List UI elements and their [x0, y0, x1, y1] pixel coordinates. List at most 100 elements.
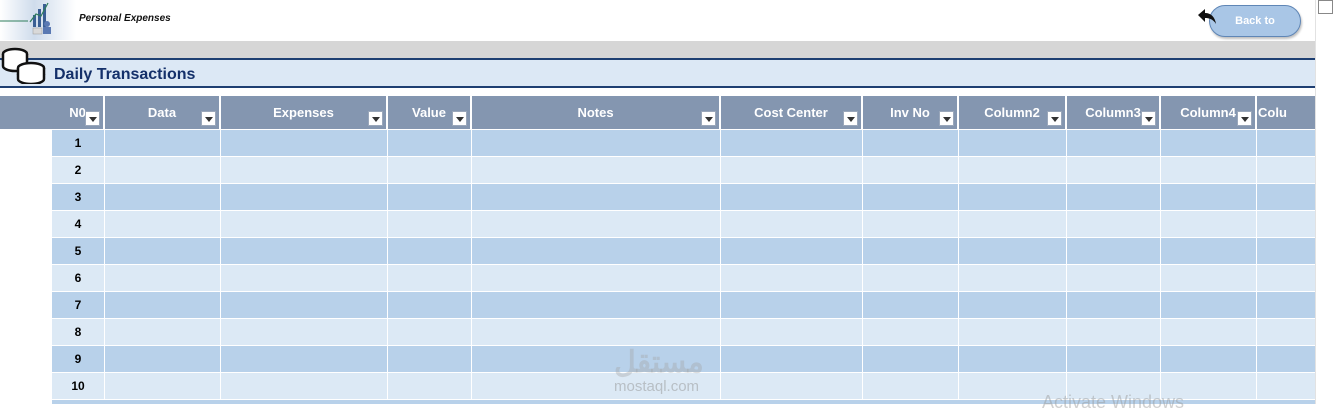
- expenses-cell[interactable]: [221, 184, 388, 210]
- inv-no-cell[interactable]: [863, 184, 959, 210]
- table-row[interactable]: 7: [52, 292, 1315, 319]
- column4-cell[interactable]: [1161, 238, 1257, 264]
- cost-center-cell[interactable]: [721, 265, 863, 291]
- column-header-column5-partial[interactable]: Colu: [1257, 96, 1315, 129]
- notes-cell[interactable]: [472, 130, 721, 156]
- filter-dropdown-icon[interactable]: [452, 111, 467, 126]
- column3-cell[interactable]: [1067, 265, 1161, 291]
- notes-cell[interactable]: [472, 238, 721, 264]
- column-header-inv-no[interactable]: Inv No: [863, 96, 959, 129]
- column-header-expenses[interactable]: Expenses: [221, 96, 388, 129]
- column5-cell[interactable]: [1257, 130, 1315, 156]
- notes-cell[interactable]: [472, 157, 721, 183]
- inv-no-cell[interactable]: [863, 130, 959, 156]
- value-cell[interactable]: [388, 157, 472, 183]
- cost-center-cell[interactable]: [721, 319, 863, 345]
- column2-cell[interactable]: [959, 238, 1067, 264]
- data-cell[interactable]: [105, 319, 221, 345]
- column3-cell[interactable]: [1067, 211, 1161, 237]
- value-cell[interactable]: [388, 184, 472, 210]
- column5-cell[interactable]: [1257, 319, 1315, 345]
- inv-no-cell[interactable]: [863, 238, 959, 264]
- notes-cell[interactable]: [472, 265, 721, 291]
- cost-center-cell[interactable]: [721, 130, 863, 156]
- cost-center-cell[interactable]: [721, 211, 863, 237]
- value-cell[interactable]: [388, 346, 472, 372]
- column-header-cost-center[interactable]: Cost Center: [721, 96, 863, 129]
- column-header-notes[interactable]: Notes: [472, 96, 721, 129]
- cost-center-cell[interactable]: [721, 238, 863, 264]
- value-cell[interactable]: [388, 130, 472, 156]
- data-cell[interactable]: [105, 211, 221, 237]
- expenses-cell[interactable]: [221, 211, 388, 237]
- data-cell[interactable]: [105, 292, 221, 318]
- column2-cell[interactable]: [959, 346, 1067, 372]
- filter-dropdown-icon[interactable]: [1237, 111, 1252, 126]
- value-cell[interactable]: [388, 373, 472, 399]
- column4-cell[interactable]: [1161, 130, 1257, 156]
- cost-center-cell[interactable]: [721, 157, 863, 183]
- column-header-column2[interactable]: Column2: [959, 96, 1067, 129]
- column4-cell[interactable]: [1161, 265, 1257, 291]
- table-row[interactable]: 6: [52, 265, 1315, 292]
- expenses-cell[interactable]: [221, 130, 388, 156]
- inv-no-cell[interactable]: [863, 157, 959, 183]
- table-row[interactable]: 3: [52, 184, 1315, 211]
- inv-no-cell[interactable]: [863, 292, 959, 318]
- column2-cell[interactable]: [959, 157, 1067, 183]
- vertical-scrollbar[interactable]: [1315, 0, 1336, 404]
- data-cell[interactable]: [105, 157, 221, 183]
- column4-cell[interactable]: [1161, 211, 1257, 237]
- data-cell[interactable]: [105, 238, 221, 264]
- column4-cell[interactable]: [1161, 319, 1257, 345]
- back-arrow-icon[interactable]: [1196, 7, 1218, 27]
- filter-dropdown-icon[interactable]: [85, 111, 100, 126]
- filter-dropdown-icon[interactable]: [1141, 111, 1156, 126]
- column3-cell[interactable]: [1067, 319, 1161, 345]
- column5-cell[interactable]: [1257, 265, 1315, 291]
- column5-cell[interactable]: [1257, 184, 1315, 210]
- value-cell[interactable]: [388, 292, 472, 318]
- expenses-cell[interactable]: [221, 157, 388, 183]
- expenses-cell[interactable]: [221, 373, 388, 399]
- table-row[interactable]: 8: [52, 319, 1315, 346]
- expenses-cell[interactable]: [221, 346, 388, 372]
- cost-center-cell[interactable]: [721, 373, 863, 399]
- column2-cell[interactable]: [959, 211, 1067, 237]
- notes-cell[interactable]: [472, 319, 721, 345]
- cost-center-cell[interactable]: [721, 292, 863, 318]
- column-header-column3[interactable]: Column3: [1067, 96, 1161, 129]
- data-cell[interactable]: [105, 346, 221, 372]
- expenses-cell[interactable]: [221, 238, 388, 264]
- filter-dropdown-icon[interactable]: [368, 111, 383, 126]
- cost-center-cell[interactable]: [721, 346, 863, 372]
- column3-cell[interactable]: [1067, 292, 1161, 318]
- column5-cell[interactable]: [1257, 292, 1315, 318]
- notes-cell[interactable]: [472, 184, 721, 210]
- table-row[interactable]: 2: [52, 157, 1315, 184]
- table-row[interactable]: 5: [52, 238, 1315, 265]
- filter-dropdown-icon[interactable]: [939, 111, 954, 126]
- column3-cell[interactable]: [1067, 346, 1161, 372]
- column-header-data[interactable]: Data: [105, 96, 221, 129]
- scrollbar-thumb[interactable]: [1318, 0, 1333, 14]
- column5-cell[interactable]: [1257, 346, 1315, 372]
- data-cell[interactable]: [105, 265, 221, 291]
- column2-cell[interactable]: [959, 265, 1067, 291]
- column2-cell[interactable]: [959, 292, 1067, 318]
- back-button[interactable]: Back to: [1209, 5, 1301, 37]
- data-cell[interactable]: [105, 373, 221, 399]
- column-header-value[interactable]: Value: [388, 96, 472, 129]
- expenses-cell[interactable]: [221, 292, 388, 318]
- value-cell[interactable]: [388, 265, 472, 291]
- column5-cell[interactable]: [1257, 238, 1315, 264]
- filter-dropdown-icon[interactable]: [701, 111, 716, 126]
- value-cell[interactable]: [388, 319, 472, 345]
- inv-no-cell[interactable]: [863, 211, 959, 237]
- column-header-column4[interactable]: Column4: [1161, 96, 1257, 129]
- column-header-n0[interactable]: N0: [52, 96, 105, 129]
- column4-cell[interactable]: [1161, 157, 1257, 183]
- column2-cell[interactable]: [959, 184, 1067, 210]
- data-cell[interactable]: [105, 130, 221, 156]
- column4-cell[interactable]: [1161, 292, 1257, 318]
